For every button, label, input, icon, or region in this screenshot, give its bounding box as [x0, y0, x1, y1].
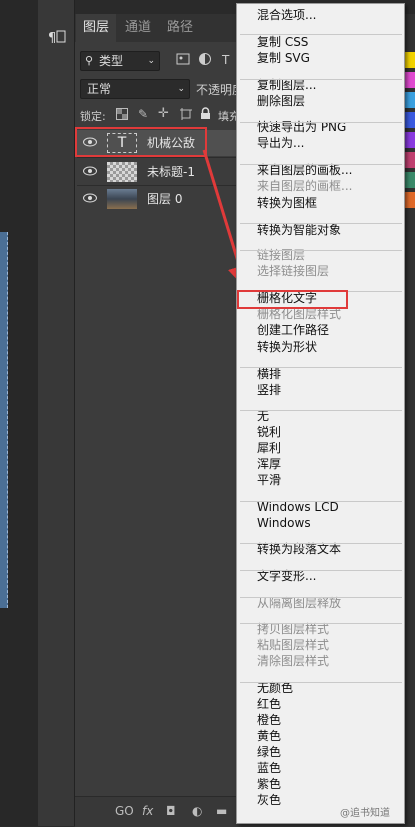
menu-item: 粘贴图层样式: [257, 638, 330, 652]
search-icon: ⚲: [85, 54, 94, 67]
menu-item[interactable]: 无颜色: [257, 681, 293, 696]
menu-item[interactable]: 浑厚: [257, 457, 281, 472]
paragraph-icon[interactable]: ¶: [47, 28, 67, 46]
menu-separator: [240, 250, 402, 251]
lock-pixels-icon[interactable]: ✎: [138, 107, 148, 121]
layer-filter-select[interactable]: ⚲ 类型 ⌄: [80, 51, 160, 71]
color-swatch[interactable]: [405, 52, 415, 68]
menu-item: 来自图层的画框...: [257, 179, 353, 193]
lock-transparent-icon[interactable]: [116, 108, 128, 123]
svg-text:T: T: [221, 53, 230, 66]
menu-item[interactable]: 转换为段落文本: [257, 542, 341, 557]
menu-separator: [240, 543, 402, 544]
new-group-icon[interactable]: ▬: [216, 804, 227, 818]
chevron-down-icon: ⌄: [177, 84, 185, 94]
menu-separator: [240, 164, 402, 165]
tab-paths[interactable]: 路径: [160, 14, 200, 42]
menu-item: 从隔离图层释放: [257, 596, 342, 610]
color-swatch[interactable]: [405, 132, 415, 148]
color-swatch[interactable]: [405, 172, 415, 188]
color-swatch[interactable]: [405, 112, 415, 128]
menu-item[interactable]: 犀利: [257, 441, 281, 456]
chevron-down-icon: ⌄: [147, 56, 155, 66]
menu-item[interactable]: 紫色: [257, 777, 281, 792]
menu-item: 栅格化图层样式: [257, 307, 342, 321]
document-image-edge: [0, 232, 8, 608]
panel-dock-column: [38, 0, 75, 826]
menu-item[interactable]: 复制 SVG: [257, 51, 310, 66]
menu-item[interactable]: 黄色: [257, 729, 281, 744]
layer-name[interactable]: 未标题-1: [147, 159, 195, 185]
blend-mode-value: 正常: [87, 82, 112, 96]
menu-item: 拷贝图层样式: [257, 622, 330, 636]
menu-separator: [240, 501, 402, 502]
highlight-box-layer: [75, 127, 207, 157]
highlight-box-menu-item: [237, 290, 348, 309]
menu-item[interactable]: 转换为形状: [257, 340, 317, 355]
image-layer-thumbnail: [107, 189, 137, 209]
menu-separator: [240, 623, 402, 624]
lock-row: 锁定:: [80, 108, 106, 124]
lock-artboard-icon[interactable]: [180, 108, 192, 123]
menu-separator: [240, 122, 402, 123]
menu-item: 清除图层样式: [257, 654, 330, 668]
menu-item[interactable]: 橙色: [257, 713, 281, 728]
svg-text:¶: ¶: [48, 31, 56, 46]
menu-separator: [240, 223, 402, 224]
transparent-layer-thumbnail: [107, 162, 137, 182]
link-layers-icon[interactable]: GO: [115, 804, 134, 818]
menu-separator: [240, 682, 402, 683]
menu-separator: [240, 367, 402, 368]
menu-item[interactable]: 导出为...: [257, 136, 304, 151]
menu-separator: [240, 597, 402, 598]
menu-item[interactable]: 复制图层...: [257, 78, 316, 93]
menu-item[interactable]: 删除图层: [257, 94, 305, 109]
tab-layers[interactable]: 图层: [76, 14, 116, 42]
menu-item[interactable]: Windows: [257, 516, 311, 531]
menu-item[interactable]: 锐利: [257, 425, 281, 440]
lock-position-icon[interactable]: ✛: [158, 106, 169, 121]
add-mask-icon[interactable]: ◘: [166, 804, 176, 818]
menu-separator: [240, 79, 402, 80]
color-swatch[interactable]: [405, 192, 415, 208]
lock-label: 锁定:: [80, 110, 106, 123]
menu-item[interactable]: 平滑: [257, 473, 281, 488]
watermark: @追书知道: [340, 808, 390, 819]
tab-channels[interactable]: 通道: [118, 14, 158, 42]
type-filter-icon[interactable]: T: [220, 52, 234, 67]
menu-item[interactable]: 来自图层的画板...: [257, 163, 352, 178]
visibility-eye-icon[interactable]: [83, 165, 97, 179]
menu-item[interactable]: 无: [257, 409, 269, 424]
menu-item[interactable]: 横排: [257, 367, 281, 382]
color-swatch[interactable]: [405, 92, 415, 108]
menu-item[interactable]: Windows LCD: [257, 500, 339, 515]
menu-separator: [240, 34, 402, 35]
menu-item[interactable]: 红色: [257, 697, 281, 712]
color-swatch[interactable]: [405, 152, 415, 168]
adjustment-layer-icon[interactable]: ◐: [192, 804, 202, 818]
fx-icon[interactable]: fx: [142, 804, 153, 818]
menu-item[interactable]: 混合选项...: [257, 8, 316, 23]
menu-item[interactable]: 灰色: [257, 793, 281, 808]
color-swatch[interactable]: [405, 72, 415, 88]
menu-item[interactable]: 创建工作路径: [257, 323, 329, 338]
menu-item[interactable]: 绿色: [257, 745, 281, 760]
blend-mode-select[interactable]: 正常 ⌄: [80, 79, 190, 99]
menu-item[interactable]: 转换为图框: [257, 196, 317, 211]
lock-all-icon[interactable]: [200, 107, 211, 123]
image-filter-icon[interactable]: [176, 52, 190, 66]
visibility-eye-icon[interactable]: [83, 192, 97, 206]
menu-item[interactable]: 复制 CSS: [257, 35, 308, 50]
menu-item[interactable]: 竖排: [257, 383, 281, 398]
layer-name[interactable]: 图层 0: [147, 186, 182, 212]
filter-label: 类型: [99, 54, 124, 68]
menu-item[interactable]: 蓝色: [257, 761, 281, 776]
menu-item: 选择链接图层: [257, 264, 330, 278]
menu-item[interactable]: 文字变形...: [257, 569, 316, 584]
menu-separator: [240, 570, 402, 571]
menu-item[interactable]: 转换为智能对象: [257, 223, 341, 238]
menu-separator: [240, 410, 402, 411]
adjustment-filter-icon[interactable]: [198, 52, 212, 66]
